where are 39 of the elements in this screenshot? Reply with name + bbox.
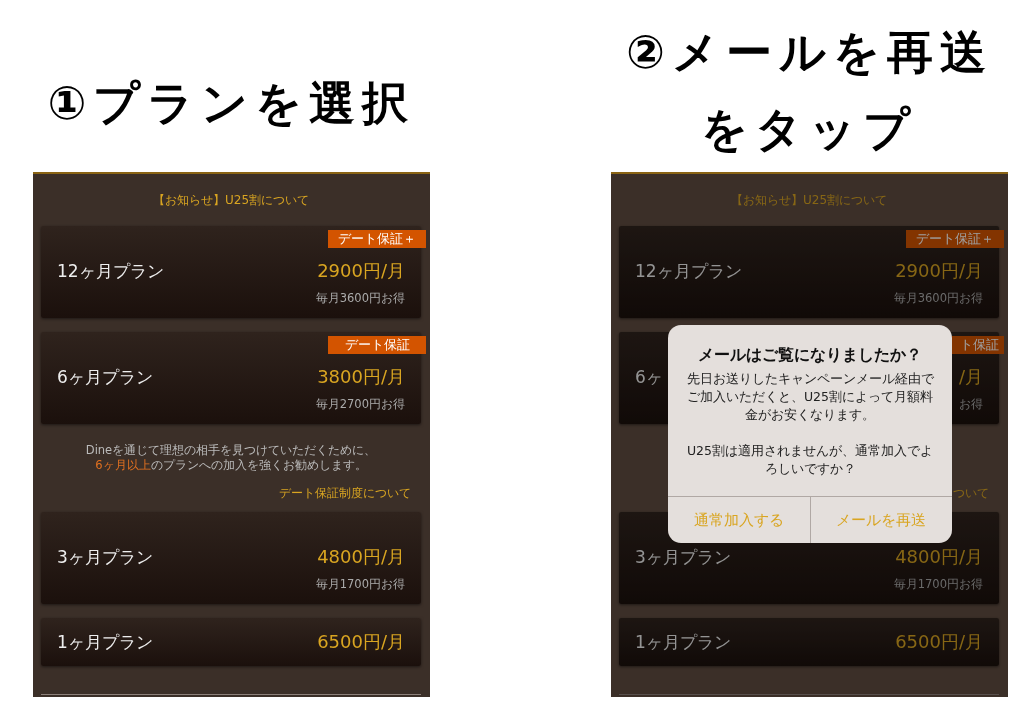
plan-name: 6ヶ [635, 365, 663, 389]
plan-name: 6ヶ月プラン [57, 365, 153, 389]
plan-badge: デート保証＋ [906, 230, 1004, 248]
plan-name: 1ヶ月プラン [57, 630, 153, 654]
plan-card[interactable]: 3ヶ月プラン 4800円/月 毎月1700円お得 [41, 512, 421, 604]
plan-saving: 毎月1700円お得 [315, 577, 405, 592]
plan-price: /月 [958, 365, 983, 389]
notice-link[interactable]: 【お知らせ】U25割について [152, 191, 310, 209]
plan-price: 2900円/月 [895, 259, 983, 283]
plan-name: 3ヶ月プラン [635, 545, 731, 569]
plan-card[interactable]: 1ヶ月プラン 6500円/月 [41, 618, 421, 666]
plan-price: 4800円/月 [317, 545, 405, 569]
plan-price: 3800円/月 [317, 365, 405, 389]
plan-badge: デート保証＋ [328, 230, 426, 248]
plan-badge: デート保証 [328, 336, 426, 354]
plan-saving: 毎月3600円お得 [893, 291, 983, 306]
plan-saving: 毎月3600円お得 [315, 291, 405, 306]
dialog-message: 金がお安くなります。 [745, 406, 875, 424]
plan-card[interactable]: 1ヶ月プラン 6500円/月 [619, 618, 999, 666]
plan-name: 3ヶ月プラン [57, 545, 153, 569]
plan-price: 6500円/月 [895, 630, 983, 654]
guarantee-link[interactable]: デート保証制度について [279, 485, 411, 502]
plan-name: 12ヶ月プラン [57, 259, 164, 283]
plan-price: 6500円/月 [317, 630, 405, 654]
plan-saving: 毎月1700円お得 [893, 577, 983, 592]
dialog-message: ご加入いただくと、U25割によって月額料 [686, 388, 934, 406]
recommendation-text: Dineを通じて理想の相手を見つけていただくために、 6ヶ月以上のプランへの加入を強くお勧めします。 [85, 443, 377, 473]
step-heading: ①プランを選択 [47, 75, 416, 132]
plan-price: 2900円/月 [317, 259, 405, 283]
plan-saving: 毎月2700円お得 [315, 397, 405, 412]
step-heading: をタップ [701, 101, 918, 158]
step-heading: ②メールを再送 [626, 24, 993, 81]
dialog-message: ろしいですか？ [764, 460, 856, 478]
plan-name: 12ヶ月プラン [635, 259, 742, 283]
plan-name: 1ヶ月プラン [635, 630, 731, 654]
dialog-message: 先日お送りしたキャンペーンメール経由で [686, 370, 934, 388]
plan-price: 4800円/月 [895, 545, 983, 569]
plan-saving: お得 [959, 397, 983, 412]
dialog-message: U25割は適用されませんが、通常加入でよ [686, 442, 934, 460]
